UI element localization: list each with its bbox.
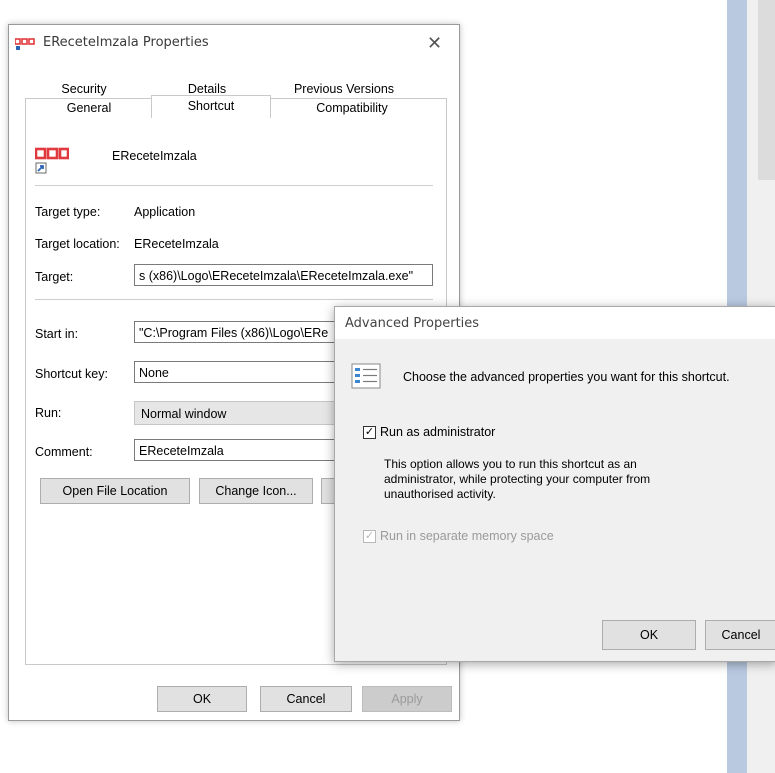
comment-label: Comment:: [35, 445, 93, 459]
title-bar: EReceteImzala Properties ✕: [9, 25, 459, 67]
target-input[interactable]: s (x86)\Logo\EReceteImzala\EReceteImzala…: [134, 264, 433, 286]
comment-input[interactable]: EReceteImzala: [134, 439, 354, 461]
run-select[interactable]: Normal window: [134, 401, 354, 425]
dialog-title: Advanced Properties: [345, 316, 480, 331]
shortcut-app-icon: [35, 147, 69, 174]
change-icon-button[interactable]: Change Icon...: [199, 478, 313, 504]
dialog-ok-button[interactable]: OK: [602, 620, 696, 650]
admin-description-line1: This option allows you to run this short…: [384, 457, 637, 471]
dialog-title-bar: Advanced Properties: [335, 307, 775, 339]
shortcut-key-input[interactable]: None: [134, 361, 354, 383]
dialog-heading: Choose the advanced properties you want …: [403, 370, 730, 384]
ok-button[interactable]: OK: [157, 686, 247, 712]
apply-button[interactable]: Apply: [362, 686, 452, 712]
app-name: EReceteImzala: [112, 149, 197, 163]
tab-general[interactable]: General: [26, 99, 152, 117]
background-scrollbar-thumb[interactable]: [758, 0, 775, 180]
shortcut-key-label: Shortcut key:: [35, 367, 108, 381]
start-in-input[interactable]: "C:\Program Files (x86)\Logo\ERe: [134, 321, 354, 343]
target-location-label: Target location:: [35, 237, 120, 251]
divider: [35, 299, 433, 300]
admin-description-line3: unauthorised activity.: [384, 487, 496, 501]
tab-previous-versions[interactable]: Previous Versions: [271, 80, 417, 98]
start-in-label: Start in:: [35, 327, 79, 341]
advanced-properties-dialog: Advanced Properties Choose the advanced …: [334, 306, 775, 662]
open-file-location-button[interactable]: Open File Location: [40, 478, 190, 504]
tab-shortcut[interactable]: Shortcut: [151, 95, 271, 118]
run-label: Run:: [35, 406, 62, 420]
window-title: EReceteImzala Properties: [43, 35, 209, 50]
target-type-label: Target type:: [35, 205, 101, 219]
properties-list-icon: [351, 363, 381, 389]
target-type-value: Application: [134, 205, 196, 219]
separate-memory-label: Run in separate memory space: [380, 529, 554, 543]
target-label: Target:: [35, 270, 74, 284]
close-icon[interactable]: ✕: [427, 33, 442, 54]
separate-memory-checkbox[interactable]: ✓: [363, 530, 376, 543]
run-as-admin-label[interactable]: Run as administrator: [380, 425, 495, 439]
run-as-admin-checkbox[interactable]: ✓: [363, 426, 376, 439]
dialog-cancel-button[interactable]: Cancel: [705, 620, 775, 650]
target-location-value: EReceteImzala: [134, 237, 219, 251]
divider: [35, 185, 433, 186]
tab-compatibility[interactable]: Compatibility: [279, 99, 425, 117]
admin-description-line2: administrator, while protecting your com…: [384, 472, 651, 486]
logo-app-icon: [15, 38, 35, 50]
cancel-button[interactable]: Cancel: [260, 686, 352, 712]
tab-security[interactable]: Security: [26, 80, 142, 98]
